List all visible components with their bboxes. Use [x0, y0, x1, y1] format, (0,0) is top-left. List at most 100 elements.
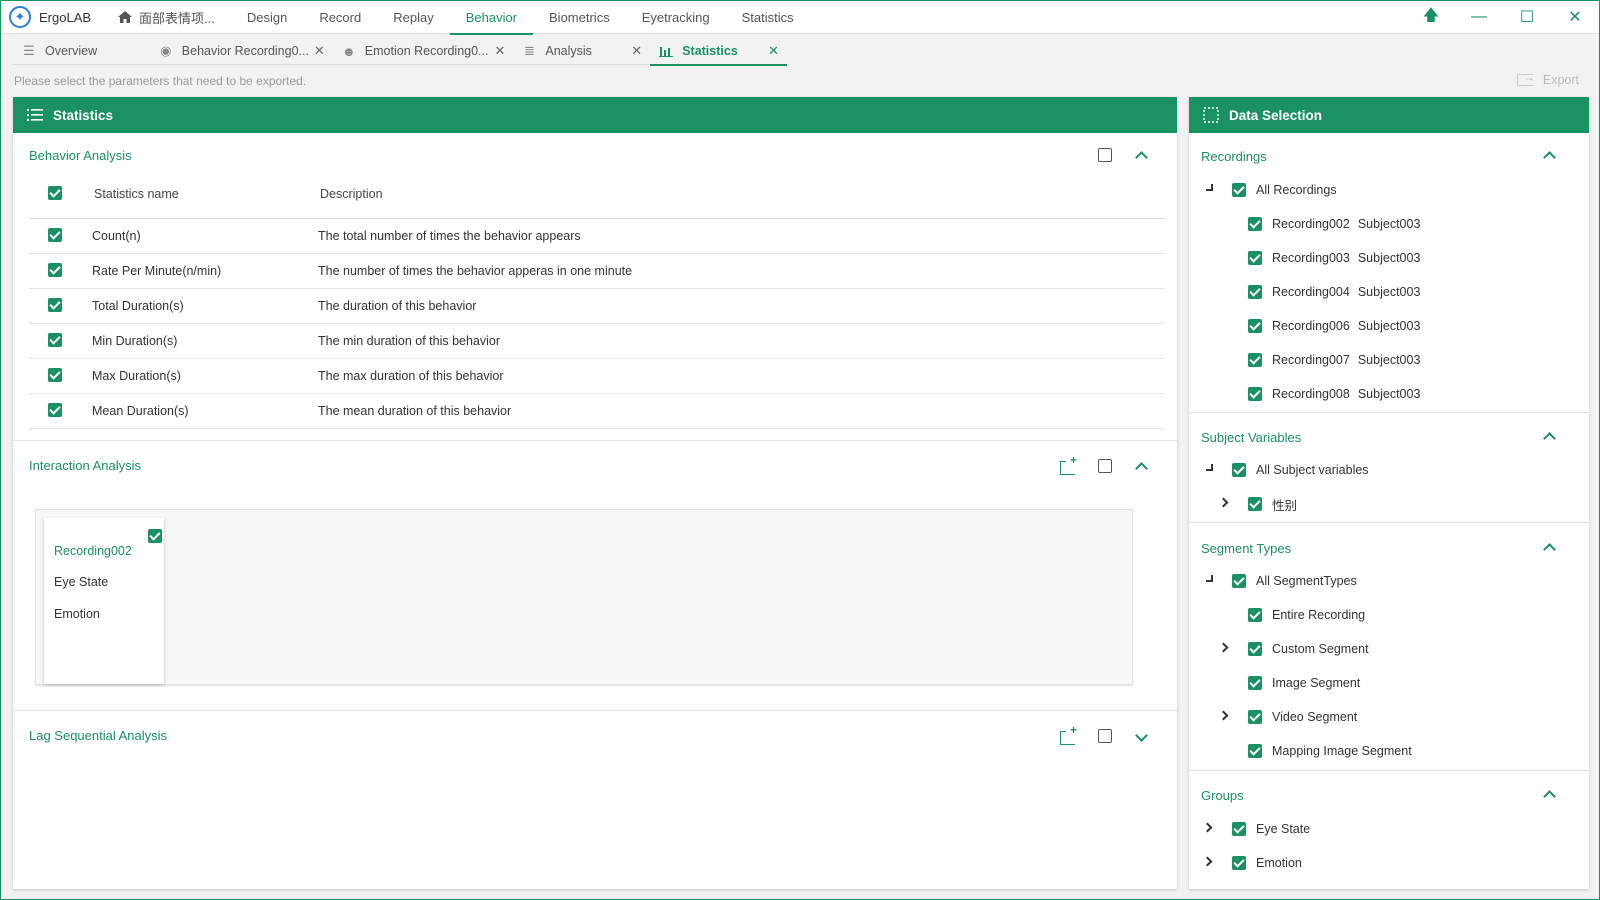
tree-item-all-subject-variables[interactable]: All Subject variables: [1232, 461, 1369, 479]
tree-item-segment-type[interactable]: Mapping Image Segment: [1248, 742, 1412, 760]
tab-statistics[interactable]: Statistics ✕: [650, 37, 787, 66]
tree-item-all-recordings[interactable]: All Recordings: [1232, 181, 1337, 199]
checkbox[interactable]: [1248, 497, 1262, 511]
tab-close-icon[interactable]: ✕: [314, 43, 325, 59]
checkbox[interactable]: [1248, 387, 1262, 401]
menu-design[interactable]: Design: [231, 1, 303, 34]
row-checkbox[interactable]: [48, 332, 62, 347]
table-row[interactable]: Max Duration(s) The max duration of this…: [29, 359, 1165, 394]
tree-item-recording[interactable]: Recording008 Subject003: [1248, 385, 1420, 403]
checkbox[interactable]: [1248, 642, 1262, 656]
maximize-icon[interactable]: ☐: [1503, 1, 1551, 34]
menu-statistics[interactable]: Statistics: [726, 1, 810, 34]
select-all-checkbox[interactable]: [48, 185, 62, 200]
panel-title: Data Selection: [1229, 107, 1323, 123]
tab-emotion-recording[interactable]: ☻ Emotion Recording0... ✕: [333, 37, 514, 65]
tree-item-recording[interactable]: Recording002 Subject003: [1248, 215, 1420, 233]
add-card-icon[interactable]: [1060, 723, 1077, 745]
recording-card[interactable]: Recording002 Eye State Emotion: [44, 518, 164, 684]
checkbox[interactable]: [1248, 710, 1262, 724]
collapse-chevron-icon[interactable]: [1133, 147, 1149, 163]
tree-item-recording[interactable]: Recording007 Subject003: [1248, 351, 1420, 369]
tab-close-icon[interactable]: ✕: [494, 43, 505, 59]
close-icon[interactable]: ✕: [1551, 1, 1599, 34]
interaction-canvas[interactable]: Recording002 Eye State Emotion: [35, 509, 1133, 685]
menu-replay[interactable]: Replay: [377, 1, 449, 34]
select-all-toggle[interactable]: [1098, 148, 1112, 162]
checkbox[interactable]: [1248, 608, 1262, 622]
table-row[interactable]: Mean Duration(s) The mean duration of th…: [29, 394, 1165, 429]
collapse-chevron-icon[interactable]: [1541, 147, 1557, 163]
stat-name: Count(n): [92, 229, 141, 243]
tab-close-icon[interactable]: ✕: [768, 43, 779, 59]
table-row[interactable]: Total Duration(s) The duration of this b…: [29, 289, 1165, 324]
row-checkbox[interactable]: [48, 262, 62, 277]
table-row[interactable]: Min Duration(s) The min duration of this…: [29, 324, 1165, 359]
checkbox[interactable]: [1232, 183, 1246, 197]
tree-collapse-icon[interactable]: [1203, 463, 1213, 473]
tree-item-segment-type[interactable]: Image Segment: [1248, 674, 1360, 692]
tree-item-segment-type[interactable]: Entire Recording: [1248, 606, 1365, 624]
menu-eyetracking[interactable]: Eyetracking: [626, 1, 726, 34]
collapse-chevron-icon[interactable]: [1541, 786, 1557, 802]
table-row[interactable]: Rate Per Minute(n/min) The number of tim…: [29, 254, 1165, 289]
select-all-toggle[interactable]: [1098, 729, 1112, 743]
collapse-chevron-icon[interactable]: [1541, 539, 1557, 555]
collapse-chevron-icon[interactable]: [1133, 458, 1149, 474]
emotion-icon: ☻: [341, 43, 356, 59]
checkbox[interactable]: [1248, 353, 1262, 367]
checkbox[interactable]: [1248, 251, 1262, 265]
tree-item-group[interactable]: Emotion: [1232, 854, 1302, 872]
row-checkbox[interactable]: [48, 367, 62, 382]
tab-behavior-recording[interactable]: ◉ Behavior Recording0... ✕: [150, 37, 333, 65]
checkbox[interactable]: [1248, 744, 1262, 758]
checkbox[interactable]: [1248, 217, 1262, 231]
tree-item-recording[interactable]: Recording003 Subject003: [1248, 249, 1420, 267]
menu-biometrics[interactable]: Biometrics: [533, 1, 626, 34]
tree-item-segment-type[interactable]: Custom Segment: [1248, 640, 1369, 658]
export-icon: [1516, 70, 1535, 86]
tab-overview[interactable]: ☰ Overview: [13, 37, 150, 65]
recording-name: Recording007: [1272, 353, 1350, 367]
tree-item-subject-variable[interactable]: 性别: [1248, 495, 1297, 513]
add-card-icon[interactable]: [1060, 453, 1077, 475]
tree-collapse-icon[interactable]: [1203, 183, 1213, 193]
row-checkbox[interactable]: [48, 402, 62, 417]
collapse-chevron-icon[interactable]: [1541, 428, 1557, 444]
export-button[interactable]: Export: [1516, 70, 1579, 87]
tree-item-recording[interactable]: Recording006 Subject003: [1248, 317, 1420, 335]
tab-close-icon[interactable]: ✕: [631, 43, 642, 59]
tree-expand-icon[interactable]: [1219, 710, 1229, 720]
tree-item-all-segment-types[interactable]: All SegmentTypes: [1232, 572, 1357, 590]
tab-analysis[interactable]: ≣ Analysis ✕: [513, 37, 650, 65]
menu-record[interactable]: Record: [303, 1, 377, 34]
menu-behavior[interactable]: Behavior: [449, 1, 534, 35]
checkbox[interactable]: [1232, 856, 1246, 870]
groups-title: Groups: [1201, 788, 1244, 803]
tree-item-segment-type[interactable]: Video Segment: [1248, 708, 1357, 726]
tree-expand-icon[interactable]: [1203, 856, 1213, 866]
tree-expand-icon[interactable]: [1219, 642, 1229, 652]
menu-home[interactable]: 面部表情项...: [113, 1, 231, 34]
minimize-icon[interactable]: —: [1455, 1, 1503, 34]
row-checkbox[interactable]: [48, 227, 62, 242]
checkbox[interactable]: [1232, 574, 1246, 588]
tree-expand-icon[interactable]: [1219, 497, 1229, 507]
tree-expand-icon[interactable]: [1203, 822, 1213, 832]
expand-chevron-icon[interactable]: [1133, 729, 1149, 745]
pin-icon[interactable]: 🡅: [1407, 1, 1455, 34]
checkbox[interactable]: [1232, 463, 1246, 477]
checkbox[interactable]: [1248, 285, 1262, 299]
checkbox[interactable]: [1232, 822, 1246, 836]
interaction-analysis-title: Interaction Analysis: [29, 458, 142, 473]
row-checkbox[interactable]: [48, 297, 62, 312]
tree-collapse-icon[interactable]: [1203, 574, 1213, 584]
card-checkbox[interactable]: [148, 529, 162, 543]
checkbox[interactable]: [1248, 676, 1262, 690]
table-row[interactable]: Count(n) The total number of times the b…: [29, 219, 1165, 254]
select-all-toggle[interactable]: [1098, 459, 1112, 473]
tree-item-group[interactable]: Eye State: [1232, 820, 1310, 838]
checkbox[interactable]: [1248, 319, 1262, 333]
tree-item-recording[interactable]: Recording004 Subject003: [1248, 283, 1420, 301]
lag-sequential-title: Lag Sequential Analysis: [29, 728, 168, 743]
